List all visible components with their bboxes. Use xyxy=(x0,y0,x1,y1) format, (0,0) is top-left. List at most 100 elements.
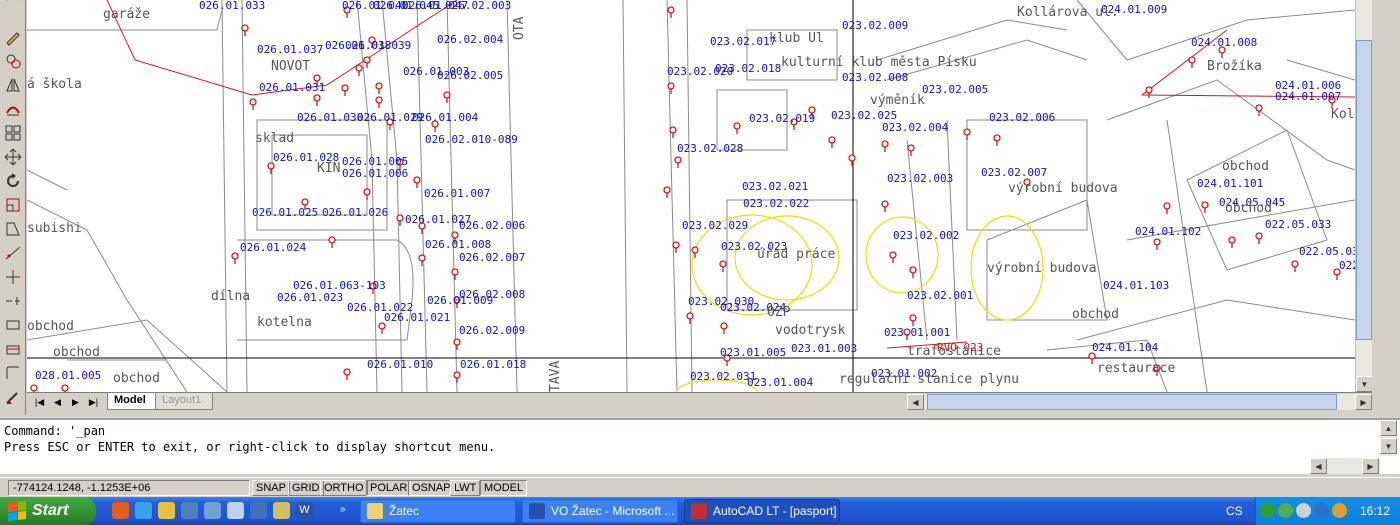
pole-marker xyxy=(907,144,915,152)
first-tab-icon[interactable]: |◀ xyxy=(31,394,48,410)
rotate-icon[interactable] xyxy=(2,170,24,192)
command-window[interactable]: Command: '_pan Press ESC or ENTER to exi… xyxy=(0,418,1400,474)
move-icon[interactable] xyxy=(2,146,24,168)
properties-icon[interactable] xyxy=(2,386,24,408)
scroll-right-arrow-icon[interactable]: ▶ xyxy=(1362,458,1379,474)
ortho-toggle[interactable]: ORTHO xyxy=(320,480,368,496)
pole-marker xyxy=(1201,201,1209,209)
erase-icon[interactable] xyxy=(2,0,24,14)
parcel-label: 023.01.001 xyxy=(884,326,951,339)
stretch-icon[interactable] xyxy=(2,218,24,240)
snap-toggle[interactable]: SNAP xyxy=(252,480,290,496)
scroll-left-arrow-icon[interactable]: ◀ xyxy=(1310,458,1327,474)
prev-tab-icon[interactable]: ◀ xyxy=(49,394,66,410)
fillet-icon[interactable] xyxy=(2,338,24,360)
parcel-label: 026.01.030 xyxy=(297,111,364,124)
parcel-label: 026.01.024 xyxy=(240,241,307,254)
task-autocad[interactable]: AutoCAD LT - [pasport] xyxy=(684,499,840,523)
pole-marker xyxy=(674,156,682,164)
task-label: AutoCAD LT - [pasport] xyxy=(713,504,837,518)
pole-marker xyxy=(249,98,257,106)
command-vertical-scrollbar[interactable]: ▲ ▼ xyxy=(1380,420,1397,456)
lwt-toggle[interactable]: LWT xyxy=(450,480,481,496)
antivirus-icon[interactable] xyxy=(1278,503,1293,518)
start-button[interactable]: start xyxy=(0,497,96,525)
pole-marker xyxy=(328,236,336,244)
internet-explorer-icon[interactable] xyxy=(135,502,152,519)
map-annotation: obchod xyxy=(113,371,160,386)
mirror-icon[interactable] xyxy=(2,74,24,96)
vertical-scrollbar[interactable]: ▼ xyxy=(1355,0,1373,392)
folder-icon[interactable] xyxy=(273,502,290,519)
extend-icon[interactable] xyxy=(2,266,24,288)
vertical-scroll-thumb[interactable] xyxy=(1356,40,1372,340)
scroll-left-arrow-icon[interactable]: ◀ xyxy=(907,394,924,410)
map-annotation: Kollárova ul. xyxy=(1017,5,1119,20)
horizontal-scroll-thumb[interactable] xyxy=(927,394,1337,410)
taskbar: start W » Žatec VO Žatec - Microsoft ...… xyxy=(0,497,1400,525)
media-player-icon[interactable] xyxy=(158,502,175,519)
settings-icon[interactable] xyxy=(204,502,221,519)
array-icon[interactable] xyxy=(2,122,24,144)
pole-marker xyxy=(993,134,1001,142)
map-annotation: kulturní klub města Písku xyxy=(781,55,977,70)
pole-marker xyxy=(1255,232,1263,240)
language-indicator[interactable]: CS xyxy=(1226,504,1243,518)
map-annotation: á škola xyxy=(27,77,82,92)
pole-marker xyxy=(1145,86,1153,94)
firefox-icon[interactable] xyxy=(112,502,129,519)
osnap-toggle[interactable]: OSNAP xyxy=(408,480,455,496)
model-toggle[interactable]: MODEL xyxy=(480,480,528,496)
pole-marker xyxy=(1188,56,1196,64)
recycle-icon[interactable] xyxy=(227,502,244,519)
pole-marker xyxy=(453,371,461,379)
pole-marker xyxy=(672,241,680,249)
pole-marker xyxy=(355,64,363,72)
scroll-down-arrow-icon[interactable]: ▼ xyxy=(1356,376,1373,392)
trim-icon[interactable] xyxy=(2,242,24,264)
network-status-icon[interactable] xyxy=(1314,503,1329,518)
next-tab-icon[interactable]: ▶ xyxy=(67,394,84,410)
pole-marker xyxy=(909,266,917,274)
scroll-down-arrow-icon[interactable]: ▼ xyxy=(1380,438,1397,454)
map-annotation: výrobní budova xyxy=(1008,181,1118,196)
map-annotation: garáže xyxy=(103,7,150,22)
tab-model[interactable]: Model xyxy=(107,393,157,410)
chevron-right-icon[interactable]: » xyxy=(340,505,350,515)
map-annotation: obchod xyxy=(1072,307,1119,322)
break-icon[interactable] xyxy=(2,290,24,312)
copy-icon[interactable] xyxy=(2,50,24,72)
parcel-label: 022 xyxy=(1339,259,1355,272)
last-tab-icon[interactable]: ▶| xyxy=(85,394,102,410)
drawing-canvas[interactable]: 026.01.033 026.01.045 026.01.047 026.02.003… xyxy=(27,0,1355,392)
offset-icon[interactable] xyxy=(2,98,24,120)
polar-toggle[interactable]: POLAR xyxy=(366,480,412,496)
update-icon[interactable] xyxy=(1332,503,1347,518)
map-annotation: OTA xyxy=(512,16,527,40)
word-icon[interactable]: W xyxy=(296,502,313,519)
pole-marker xyxy=(341,84,349,92)
volume-icon[interactable] xyxy=(1296,503,1311,518)
explode-icon[interactable] xyxy=(2,362,24,384)
security-shield-icon[interactable] xyxy=(1260,503,1275,518)
scale-icon[interactable] xyxy=(2,194,24,216)
pole-marker xyxy=(828,136,836,144)
tab-layout1[interactable]: Layout1 xyxy=(155,393,213,410)
command-horizontal-scrollbar[interactable]: ◀ ▶ xyxy=(1310,458,1380,474)
task-zatec[interactable]: Žatec xyxy=(360,499,516,523)
pole-marker xyxy=(451,268,459,276)
scroll-up-arrow-icon[interactable]: ▲ xyxy=(1380,420,1397,436)
task-word-document[interactable]: VO Žatec - Microsoft ... xyxy=(522,499,678,523)
horizontal-scrollbar[interactable]: ◀ ▶ xyxy=(907,394,1372,410)
network-icon[interactable] xyxy=(250,502,267,519)
parcel-label: 024.01.102 xyxy=(1135,225,1202,238)
grid-toggle[interactable]: GRID xyxy=(288,480,324,496)
scroll-right-arrow-icon[interactable]: ▶ xyxy=(1355,394,1372,410)
pencil-icon[interactable] xyxy=(2,26,24,48)
chamfer-icon[interactable] xyxy=(2,314,24,336)
parcel-label: 024.01.008 xyxy=(1191,36,1258,49)
pole-marker xyxy=(453,338,461,346)
outlook-icon[interactable] xyxy=(181,502,198,519)
clock: 16:12 xyxy=(1359,504,1390,518)
modify-toolbar xyxy=(0,0,26,415)
